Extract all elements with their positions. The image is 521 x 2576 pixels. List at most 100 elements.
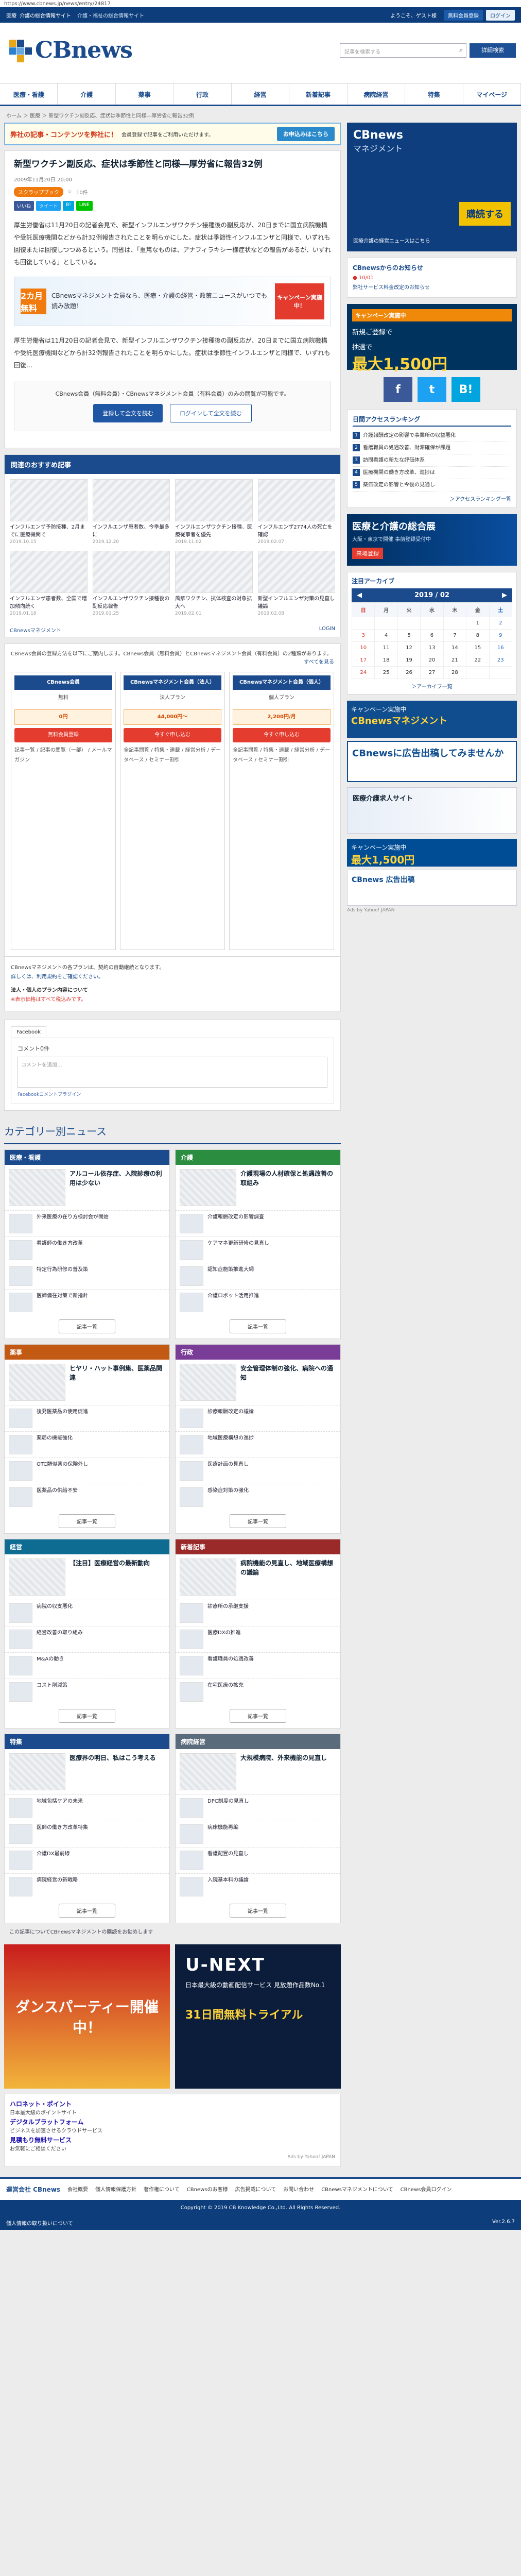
text-ad[interactable]: デジタルブラットフォーム ビジネスを加速させるクラウドサービス bbox=[10, 2117, 335, 2136]
calendar-day[interactable]: 13 bbox=[420, 641, 444, 654]
facebook-like-button[interactable]: いいね bbox=[14, 200, 34, 211]
list-item[interactable]: 看護師の働き方改革 bbox=[5, 1236, 169, 1263]
list-item[interactable]: 看護職員の処遇改善 bbox=[176, 1652, 340, 1679]
nav-item-feature[interactable]: 特集 bbox=[405, 83, 463, 105]
list-item[interactable]: 介護報酬改定の影響調査 bbox=[176, 1210, 340, 1236]
more-button[interactable]: 記事一覧 bbox=[230, 1708, 286, 1723]
category-header[interactable]: 経営 bbox=[5, 1539, 169, 1554]
list-item[interactable]: 後発医薬品の使用促進 bbox=[5, 1404, 169, 1431]
side-banner-jobs[interactable]: 医療介護求人サイト bbox=[347, 787, 517, 834]
calendar-day[interactable]: 4 bbox=[374, 629, 398, 642]
facebook-icon[interactable]: f bbox=[384, 377, 412, 402]
advanced-search-button[interactable]: 詳細検索 bbox=[470, 43, 516, 58]
ranking-item[interactable]: 3 訪問看護の新たな評価体系 bbox=[353, 454, 511, 467]
side-banner-ad-placement[interactable]: CBnews 広告出稿 bbox=[347, 870, 517, 906]
calendar-day[interactable]: 12 bbox=[397, 641, 421, 654]
list-item[interactable]: 地域包括ケアの未来 bbox=[5, 1794, 169, 1821]
category-header[interactable]: 新着記事 bbox=[176, 1539, 340, 1554]
more-button[interactable]: 記事一覧 bbox=[59, 1903, 115, 1918]
list-item[interactable]: 介護ロボット活用推進 bbox=[176, 1289, 340, 1315]
side-banner-campaign-2[interactable]: キャンペーン実施中 最大1,500円 bbox=[347, 839, 517, 867]
list-item[interactable]: 経営改善の取り組み bbox=[5, 1625, 169, 1652]
list-item[interactable]: DPC制度の見直し bbox=[176, 1794, 340, 1821]
promo-inline-right[interactable]: LOGIN bbox=[319, 626, 335, 634]
calendar-day[interactable] bbox=[374, 617, 398, 630]
site-logo[interactable]: CBnews bbox=[9, 37, 133, 63]
footer-link[interactable]: 会社概要 bbox=[67, 2185, 88, 2194]
list-item[interactable]: OTC類似薬の保険外し bbox=[5, 1457, 169, 1484]
calendar-day[interactable]: 15 bbox=[466, 641, 490, 654]
list-item[interactable]: 薬局の機能強化 bbox=[5, 1431, 169, 1458]
tweet-button[interactable]: ツイート bbox=[36, 200, 61, 211]
more-button[interactable]: 記事一覧 bbox=[230, 1903, 286, 1918]
url-bar[interactable]: https://www.cbnews.jp/news/entry/24817 bbox=[0, 0, 521, 7]
category-feature[interactable]: 病院機能の見直し、地域医療構想の議論 bbox=[176, 1554, 340, 1600]
category-feature[interactable]: アルコール依存症、入院診療の利用は少ない bbox=[5, 1165, 169, 1210]
ranking-item[interactable]: 2 看護職員の処遇改善、財源確保が課題 bbox=[353, 442, 511, 454]
footer-link[interactable]: CBnewsマネジメントについて bbox=[321, 2185, 393, 2194]
list-item[interactable]: 感染症対策の強化 bbox=[176, 1483, 340, 1510]
calendar-day[interactable]: 17 bbox=[351, 654, 375, 667]
plan-cta-button[interactable]: 無料会員登録 bbox=[14, 727, 112, 742]
calendar-day[interactable]: 24 bbox=[351, 666, 375, 679]
category-header[interactable]: 病院経営 bbox=[176, 1734, 340, 1749]
register-button[interactable]: 無料会員登録 bbox=[444, 9, 483, 21]
nav-item-mypage[interactable]: マイページ bbox=[463, 83, 521, 105]
top-banner[interactable]: 弊社の記事・コンテンツを弊社に！ 会員登録で記事をご利用いただけます。 お申込み… bbox=[4, 123, 341, 145]
hatena-icon[interactable]: B! bbox=[451, 377, 480, 402]
ranking-item[interactable]: 1 介護報酬改定の影響で事業所の収益悪化 bbox=[353, 430, 511, 442]
category-feature[interactable]: 介護現場の人材確保と処遇改善の取組み bbox=[176, 1165, 340, 1210]
list-item[interactable]: コスト削減策 bbox=[5, 1678, 169, 1705]
archive-more-link[interactable]: ＞アーカイブ一覧 bbox=[352, 679, 512, 690]
recommended-item[interactable]: インフルエンザ2774人の死亡を確認 2019.02.07 bbox=[257, 479, 335, 546]
ranking-item[interactable]: 4 医療機関の働き方改革、進捗は bbox=[353, 467, 511, 479]
more-button[interactable]: 記事一覧 bbox=[59, 1708, 115, 1723]
category-feature[interactable]: 医療界の明日、私はこう考える bbox=[5, 1749, 169, 1794]
fb-plugin-label[interactable]: Facebookコメントプラグイン bbox=[18, 1091, 327, 1097]
calendar-day[interactable]: 23 bbox=[489, 654, 513, 667]
plan-cta-button[interactable]: 今すぐ申し込む bbox=[233, 727, 331, 742]
calendar-day[interactable]: 25 bbox=[374, 666, 398, 679]
calendar-day[interactable] bbox=[420, 617, 444, 630]
list-item[interactable]: 医療DXの推進 bbox=[176, 1625, 340, 1652]
calendar-day[interactable]: 5 bbox=[397, 629, 421, 642]
recommended-item[interactable]: 新型インフルエンザ対策の見直し議論 2019.02.08 bbox=[257, 551, 335, 618]
text-ad[interactable]: 見積もり無料サービス お気軽にご相談ください bbox=[10, 2136, 335, 2154]
ad-banner-unext[interactable]: U-NEXT 日本最大級の動画配信サービス 見放題作品数No.1 31日間無料ト… bbox=[175, 1944, 341, 2089]
facebook-tab[interactable]: Facebook bbox=[11, 1026, 46, 1038]
recommended-item[interactable]: インフルエンザワクチン接種後の副反応報告 2019.01.25 bbox=[92, 551, 170, 618]
more-button[interactable]: 記事一覧 bbox=[230, 1514, 286, 1528]
calendar-day[interactable]: 28 bbox=[443, 666, 467, 679]
category-header[interactable]: 行政 bbox=[176, 1344, 340, 1360]
hatena-button[interactable]: B! bbox=[63, 200, 74, 211]
calendar-day[interactable] bbox=[489, 666, 513, 679]
promo-inline-left[interactable]: CBnewsマネジメント bbox=[10, 626, 61, 634]
list-item[interactable]: 外来医療の在り方検討会が開始 bbox=[5, 1210, 169, 1236]
calendar-day[interactable]: 26 bbox=[397, 666, 421, 679]
nav-item-admin[interactable]: 行政 bbox=[173, 83, 232, 105]
calendar-day[interactable]: 1 bbox=[466, 617, 490, 630]
calendar-day[interactable]: 8 bbox=[466, 629, 490, 642]
ad-banner-game[interactable]: ダンスパーティー開催中！ bbox=[4, 1944, 170, 2089]
scrapbook-button[interactable]: スクラップブック bbox=[14, 187, 63, 197]
category-feature[interactable]: ヒヤリ・ハット事例集、医薬品関連 bbox=[5, 1360, 169, 1405]
more-button[interactable]: 記事一覧 bbox=[59, 1514, 115, 1528]
list-item[interactable]: 病床機能再編 bbox=[176, 1820, 340, 1847]
campaign-banner[interactable]: キャンペーン実施中 新規ご登録で 抽選で 最大1,500円 bbox=[347, 304, 517, 374]
list-item[interactable]: 医師の働き方改革特集 bbox=[5, 1820, 169, 1847]
sidebar-ad-cbnews[interactable]: CBnews マネジメント 購読する 医療介護の経営ニュースはこちら bbox=[347, 123, 517, 251]
category-header[interactable]: 医療・看護 bbox=[5, 1149, 169, 1165]
side-banner-advertise[interactable]: CBnewsに広告出稿してみませんか bbox=[347, 741, 517, 782]
bookmark-icon[interactable]: ☆ bbox=[67, 189, 72, 195]
calendar-day[interactable]: 18 bbox=[374, 654, 398, 667]
list-item[interactable]: M&Aの動き bbox=[5, 1652, 169, 1679]
more-button[interactable]: 記事一覧 bbox=[230, 1319, 286, 1333]
twitter-icon[interactable]: t bbox=[418, 377, 446, 402]
calendar-day[interactable] bbox=[351, 617, 375, 630]
category-feature[interactable]: 大規模病院、外来機能の見直し bbox=[176, 1749, 340, 1794]
nav-item-pharma[interactable]: 薬事 bbox=[116, 83, 174, 105]
calendar-day[interactable]: 9 bbox=[489, 629, 513, 642]
list-item[interactable]: 入院基本料の議論 bbox=[176, 1873, 340, 1900]
topbar-link-care[interactable]: 介護の総合情報サイト bbox=[20, 11, 71, 19]
footer-link[interactable]: お問い合わせ bbox=[283, 2185, 314, 2194]
